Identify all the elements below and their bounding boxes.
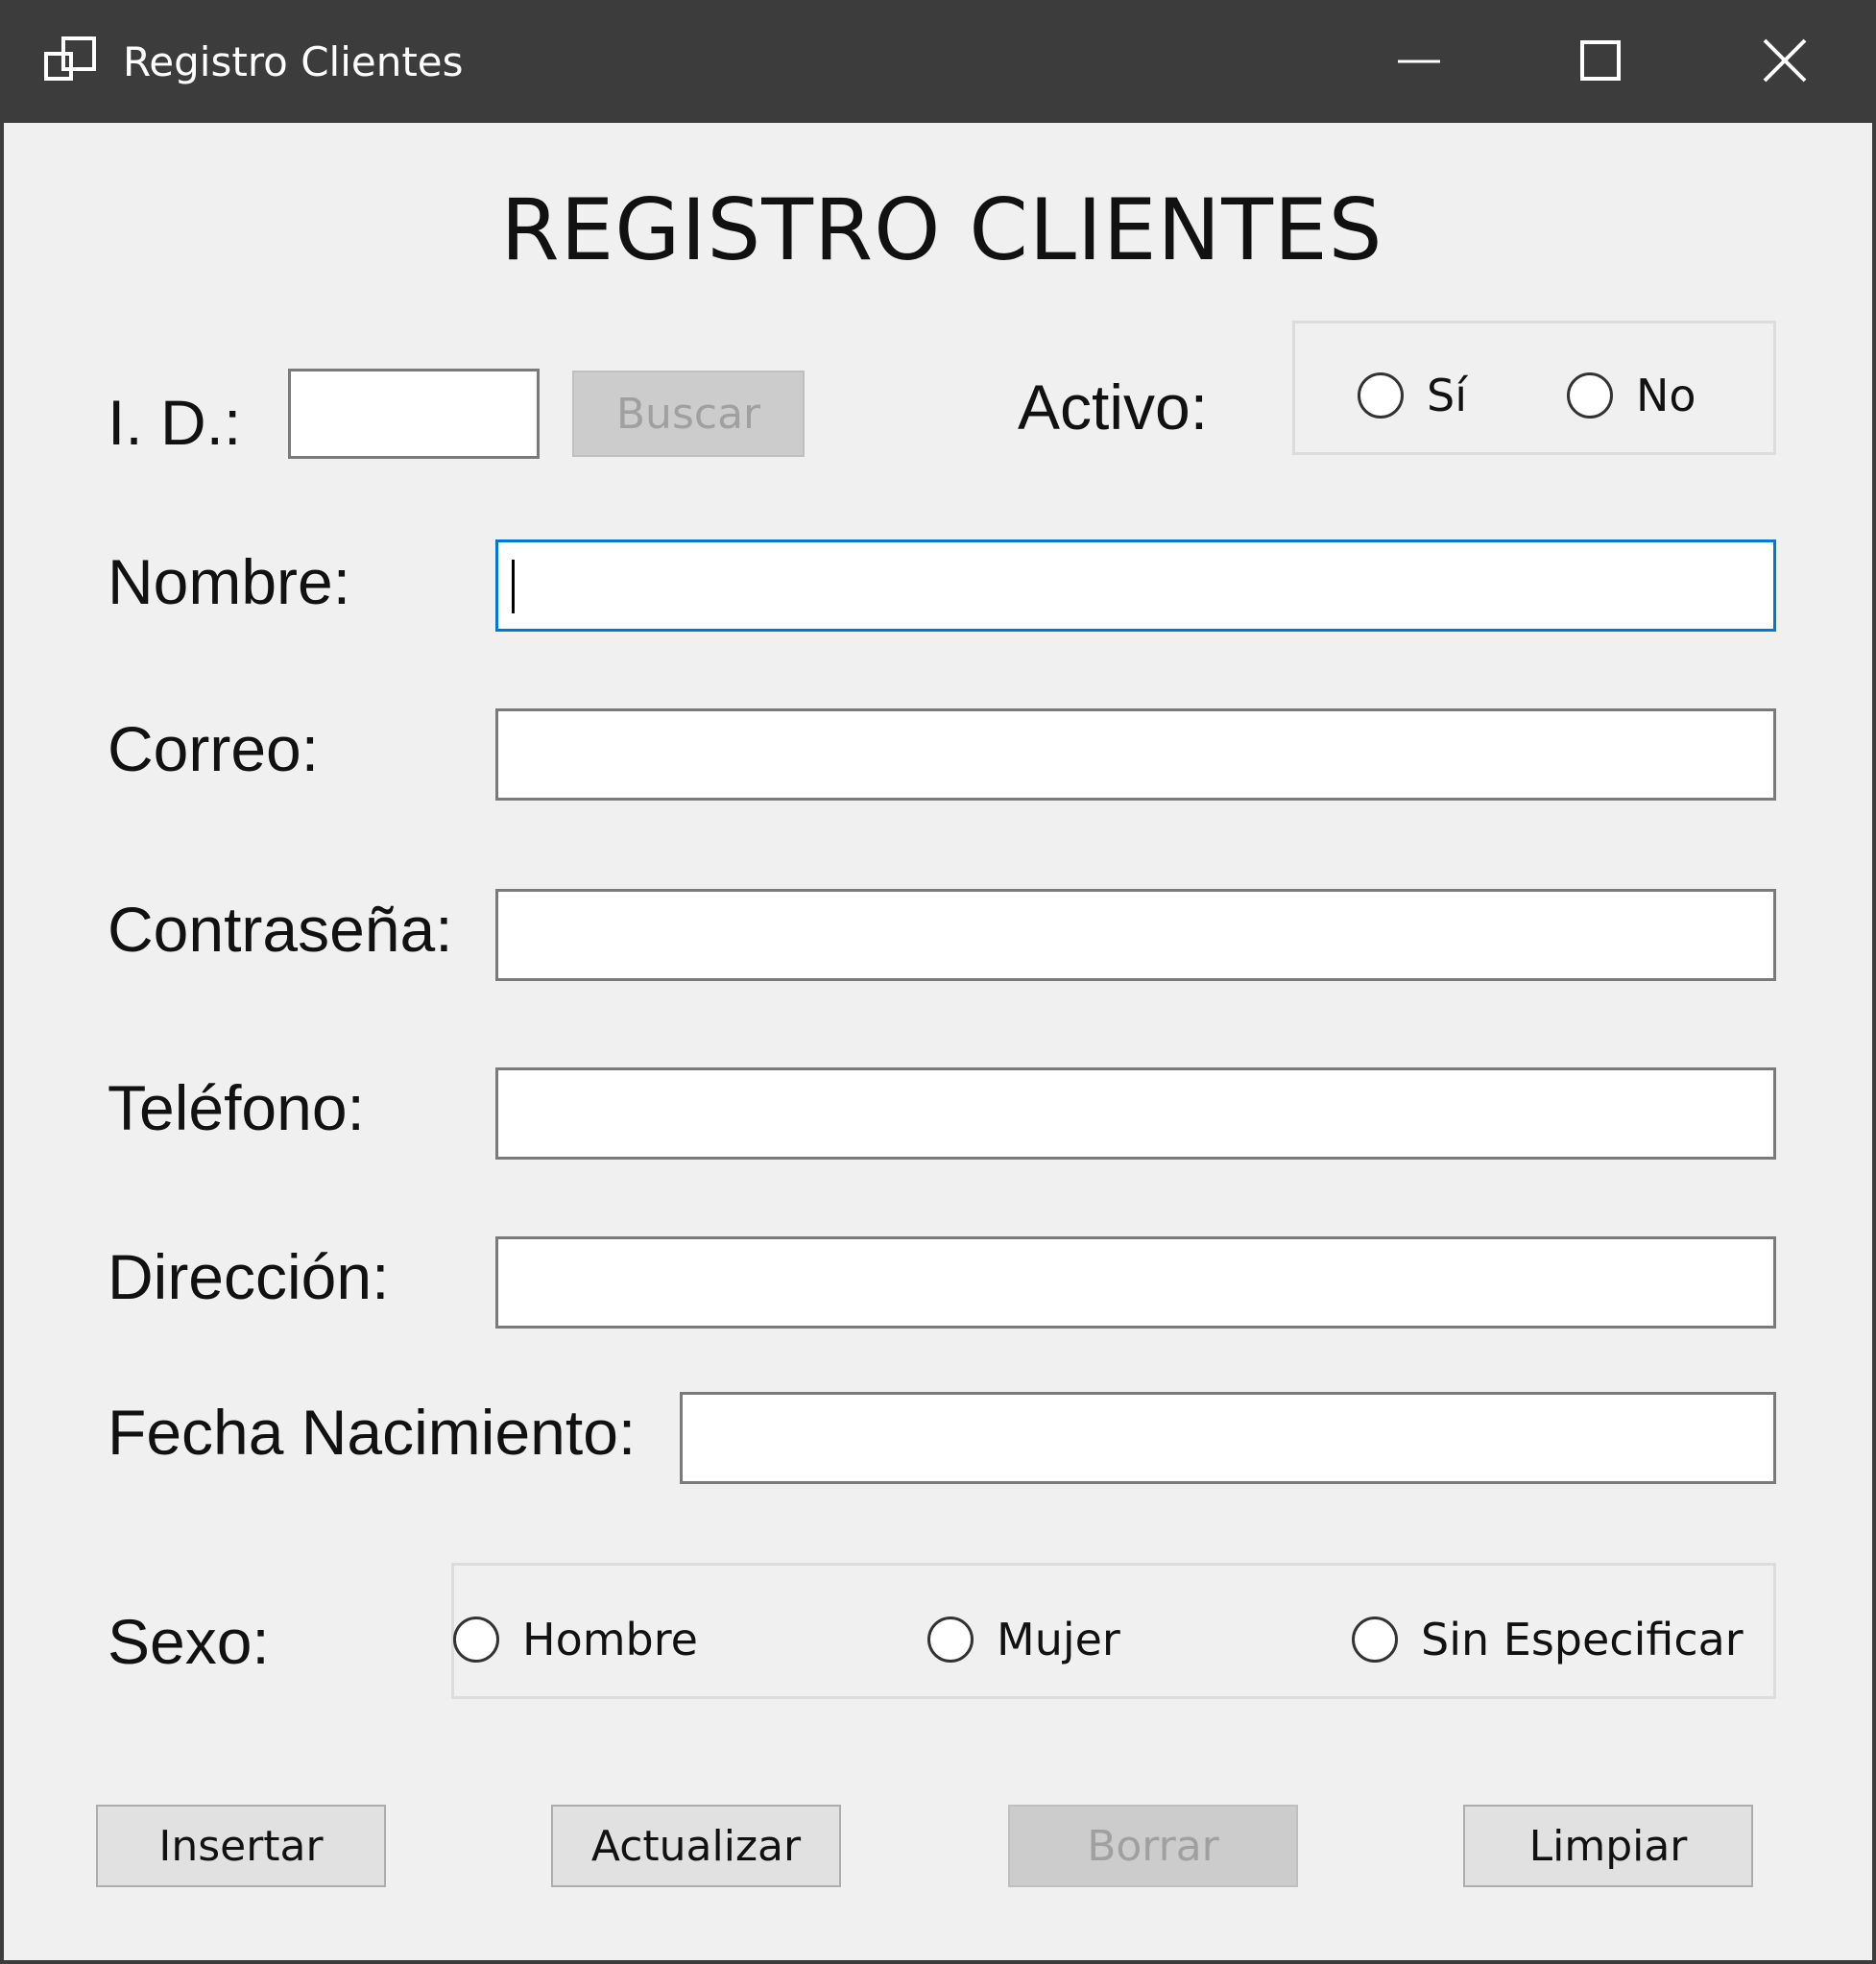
sex-label: Sexo: xyxy=(108,1606,270,1677)
radio-circle[interactable] xyxy=(1358,372,1404,419)
phone-input[interactable] xyxy=(495,1067,1776,1160)
name-input[interactable] xyxy=(495,539,1776,632)
clear-button[interactable]: Limpiar xyxy=(1463,1805,1753,1887)
minimize-button[interactable] xyxy=(1329,0,1511,123)
radio-circle[interactable] xyxy=(927,1617,974,1663)
birthdate-input[interactable] xyxy=(680,1392,1776,1484)
active-yes-label: Sí xyxy=(1427,370,1467,421)
email-label: Correo: xyxy=(108,713,320,784)
active-no-label: No xyxy=(1636,370,1696,421)
minimize-icon xyxy=(1398,60,1440,63)
active-no-radio[interactable]: No xyxy=(1567,369,1696,422)
close-button[interactable] xyxy=(1694,0,1876,123)
update-button[interactable]: Actualizar xyxy=(551,1805,841,1887)
id-input[interactable] xyxy=(288,369,540,459)
main-window: Registro Clientes REGISTRO CLIENTES I. D… xyxy=(0,0,1876,1964)
maximize-icon xyxy=(1580,40,1621,81)
password-label: Contraseña: xyxy=(108,894,453,965)
sex-male-label: Hombre xyxy=(522,1614,698,1665)
email-input[interactable] xyxy=(495,708,1776,801)
close-icon xyxy=(1763,38,1807,83)
insert-button[interactable]: Insertar xyxy=(96,1805,386,1887)
sex-male-radio[interactable]: Hombre xyxy=(453,1613,698,1666)
radio-circle[interactable] xyxy=(453,1617,499,1663)
app-window-icon xyxy=(44,36,96,81)
sex-unspecified-label: Sin Especificar xyxy=(1421,1614,1744,1665)
delete-button[interactable]: Borrar xyxy=(1008,1805,1298,1887)
name-label: Nombre: xyxy=(108,546,351,617)
search-button[interactable]: Buscar xyxy=(572,371,805,457)
radio-circle[interactable] xyxy=(1352,1617,1398,1663)
radio-circle[interactable] xyxy=(1567,372,1613,419)
birthdate-label: Fecha Nacimiento: xyxy=(108,1397,637,1468)
active-yes-radio[interactable]: Sí xyxy=(1358,369,1467,422)
id-label: I. D.: xyxy=(108,387,242,458)
address-input[interactable] xyxy=(495,1236,1776,1329)
title-bar[interactable]: Registro Clientes xyxy=(4,0,1876,123)
maximize-button[interactable] xyxy=(1511,0,1694,123)
text-caret xyxy=(512,560,515,613)
phone-label: Teléfono: xyxy=(108,1072,365,1143)
sex-female-label: Mujer xyxy=(997,1614,1120,1665)
password-input[interactable] xyxy=(495,889,1776,981)
address-label: Dirección: xyxy=(108,1241,390,1312)
active-label: Activo: xyxy=(1018,371,1209,443)
sex-female-radio[interactable]: Mujer xyxy=(927,1613,1120,1666)
sex-unspecified-radio[interactable]: Sin Especificar xyxy=(1352,1613,1744,1666)
window-title: Registro Clientes xyxy=(123,38,464,85)
form-heading: REGISTRO CLIENTES xyxy=(500,180,1383,279)
